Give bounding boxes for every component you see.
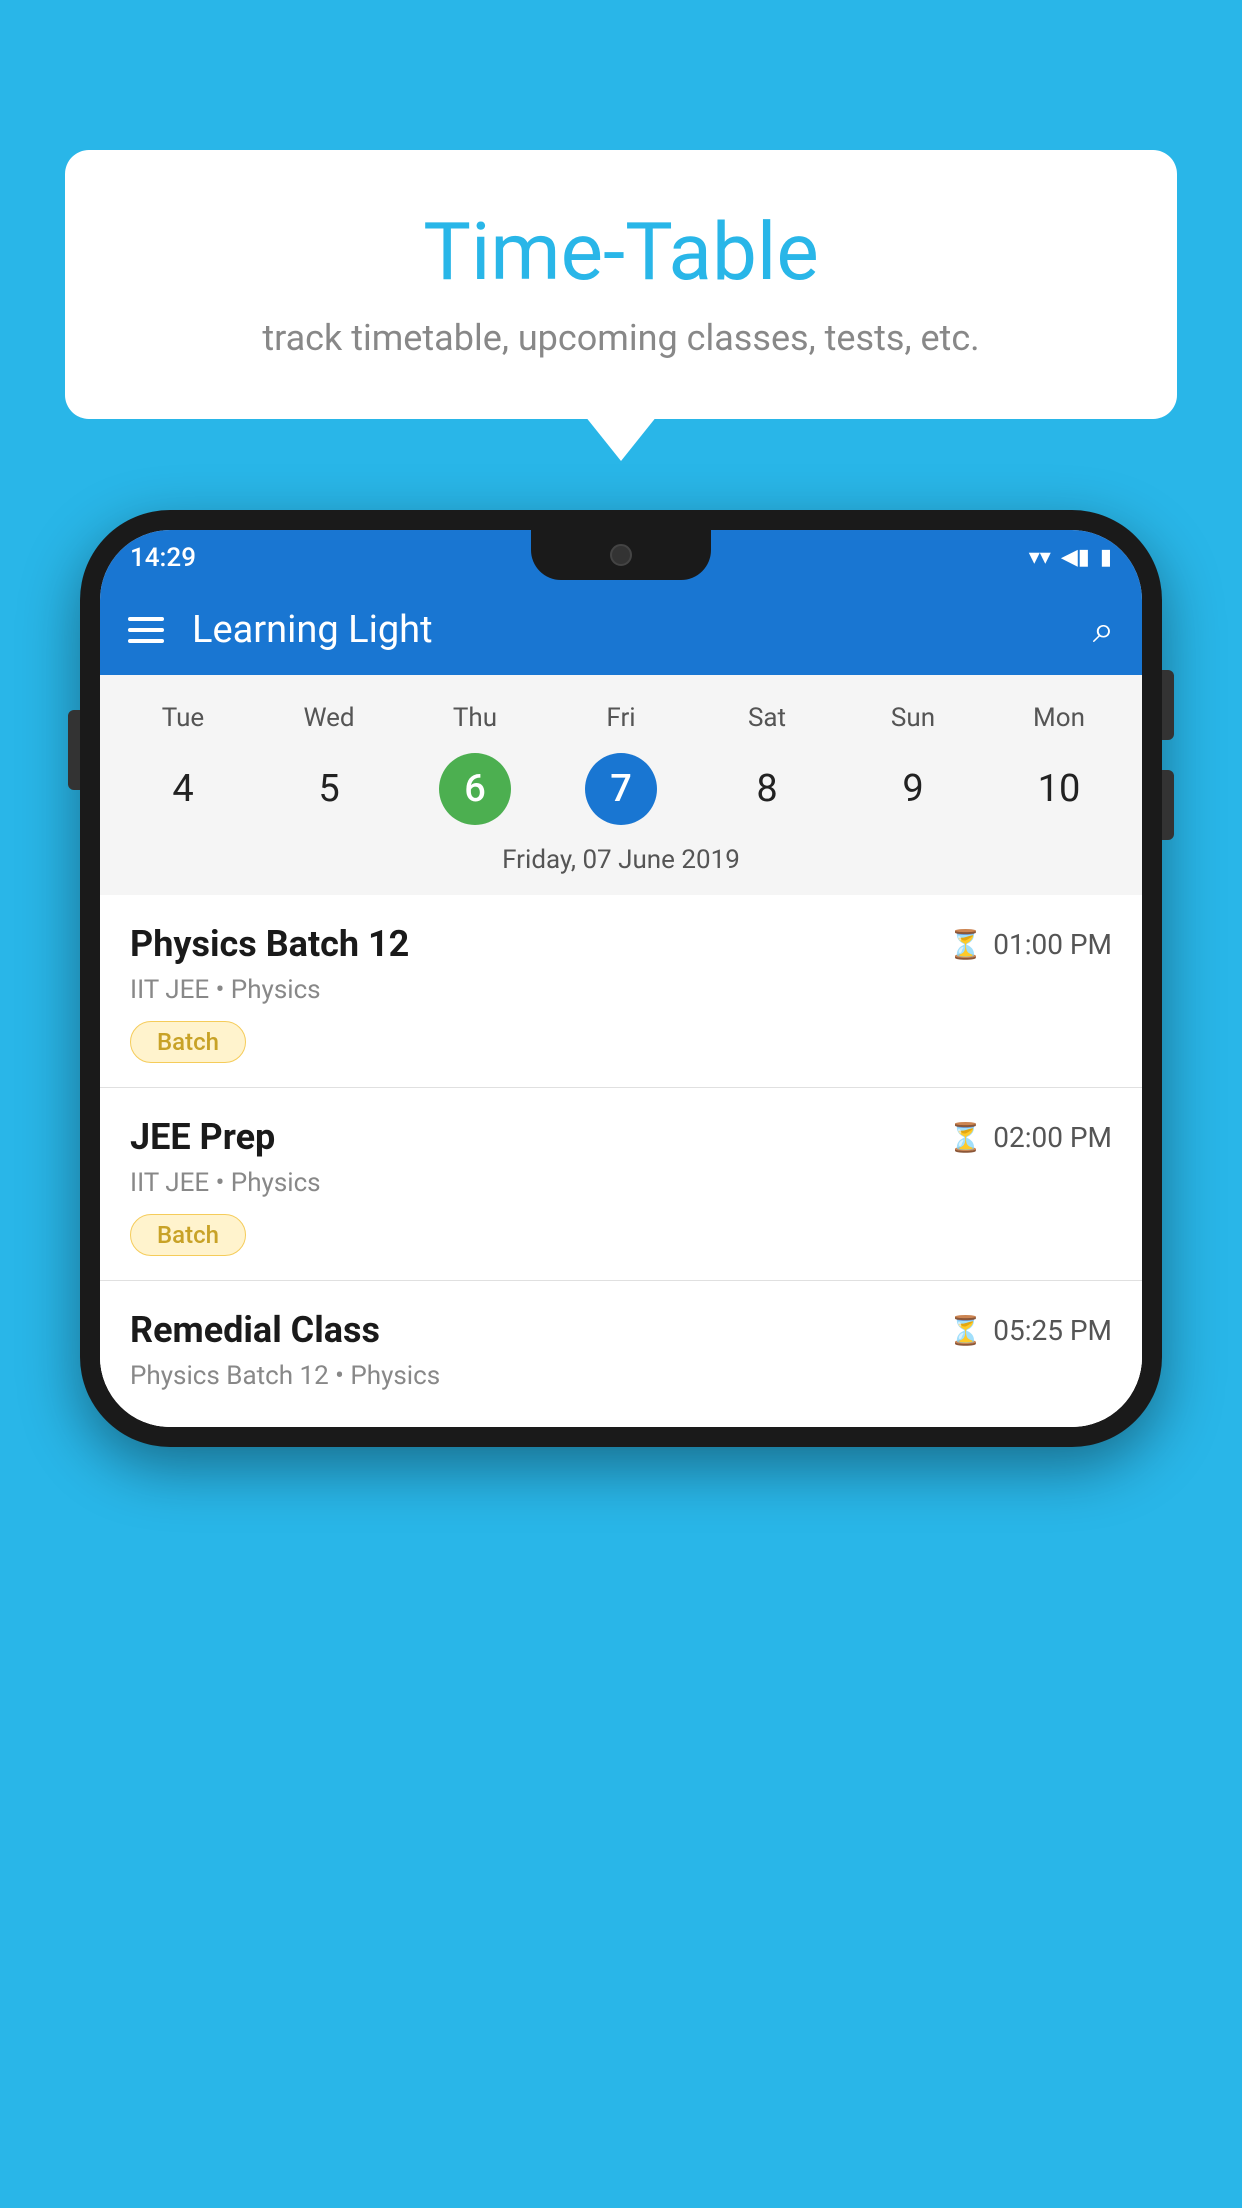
date-7[interactable]: 7 — [548, 749, 694, 829]
app-bar: Learning Light ⌕ — [100, 585, 1142, 675]
item-1-subtitle: IIT JEE • Physics — [130, 975, 1112, 1005]
status-icons: ▾▾ ◀▮ ▮ — [1029, 545, 1112, 570]
clock-icon-2: ⏳ — [948, 1121, 983, 1154]
date-10[interactable]: 10 — [986, 749, 1132, 829]
day-sat[interactable]: Sat — [694, 695, 840, 741]
schedule-item-1[interactable]: Physics Batch 12 ⏳ 01:00 PM IIT JEE • Ph… — [100, 895, 1142, 1088]
clock-icon-1: ⏳ — [948, 928, 983, 961]
item-1-time: ⏳ 01:00 PM — [948, 928, 1112, 961]
front-camera — [610, 544, 632, 566]
item-2-header: JEE Prep ⏳ 02:00 PM — [130, 1116, 1112, 1158]
date-8[interactable]: 8 — [694, 749, 840, 829]
item-2-title: JEE Prep — [130, 1116, 275, 1158]
schedule-item-2[interactable]: JEE Prep ⏳ 02:00 PM IIT JEE • Physics Ba… — [100, 1088, 1142, 1281]
day-thu[interactable]: Thu — [402, 695, 548, 741]
volume-down-button — [1162, 770, 1174, 840]
signal-icon: ◀▮ — [1061, 545, 1090, 570]
item-3-header: Remedial Class ⏳ 05:25 PM — [130, 1309, 1112, 1351]
item-3-time: ⏳ 05:25 PM — [948, 1314, 1112, 1347]
item-2-time: ⏳ 02:00 PM — [948, 1121, 1112, 1154]
item-3-subtitle: Physics Batch 12 • Physics — [130, 1361, 1112, 1391]
hamburger-line-1 — [128, 617, 164, 621]
days-row: Tue Wed Thu Fri Sat Sun Mon — [100, 695, 1142, 741]
date-6[interactable]: 6 — [402, 749, 548, 829]
item-3-title: Remedial Class — [130, 1309, 380, 1351]
phone-screen: 14:29 ▾▾ ◀▮ ▮ Learning Light ⌕ — [100, 530, 1142, 1427]
volume-button — [68, 710, 80, 790]
day-mon[interactable]: Mon — [986, 695, 1132, 741]
date-9[interactable]: 9 — [840, 749, 986, 829]
day-tue[interactable]: Tue — [110, 695, 256, 741]
item-1-title: Physics Batch 12 — [130, 923, 409, 965]
dates-row: 4 5 6 7 8 9 10 — [100, 749, 1142, 829]
battery-icon: ▮ — [1100, 545, 1112, 570]
hamburger-menu-button[interactable] — [128, 617, 164, 643]
item-1-time-value: 01:00 PM — [993, 928, 1112, 961]
search-icon[interactable]: ⌕ — [1093, 608, 1114, 652]
speech-bubble: Time-Table track timetable, upcoming cla… — [65, 150, 1177, 419]
day-wed[interactable]: Wed — [256, 695, 402, 741]
phone-notch — [531, 530, 711, 580]
phone-mockup: 14:29 ▾▾ ◀▮ ▮ Learning Light ⌕ — [80, 510, 1162, 1447]
bubble-title: Time-Table — [125, 205, 1117, 299]
calendar-strip: Tue Wed Thu Fri Sat Sun Mon 4 5 6 7 8 9 … — [100, 675, 1142, 895]
phone-frame: 14:29 ▾▾ ◀▮ ▮ Learning Light ⌕ — [80, 510, 1162, 1447]
day-fri[interactable]: Fri — [548, 695, 694, 741]
hamburger-line-2 — [128, 628, 164, 632]
day-sun[interactable]: Sun — [840, 695, 986, 741]
date-4[interactable]: 4 — [110, 749, 256, 829]
item-2-time-value: 02:00 PM — [993, 1121, 1112, 1154]
app-title: Learning Light — [192, 608, 1065, 652]
item-2-badge: Batch — [130, 1214, 246, 1256]
wifi-icon: ▾▾ — [1029, 545, 1051, 570]
schedule-list: Physics Batch 12 ⏳ 01:00 PM IIT JEE • Ph… — [100, 895, 1142, 1427]
bubble-subtitle: track timetable, upcoming classes, tests… — [125, 317, 1117, 359]
date-5[interactable]: 5 — [256, 749, 402, 829]
power-button — [1162, 670, 1174, 740]
selected-date-label: Friday, 07 June 2019 — [100, 829, 1142, 895]
status-time: 14:29 — [130, 543, 196, 573]
clock-icon-3: ⏳ — [948, 1314, 983, 1347]
item-1-badge: Batch — [130, 1021, 246, 1063]
item-3-time-value: 05:25 PM — [993, 1314, 1112, 1347]
hamburger-line-3 — [128, 639, 164, 643]
schedule-item-3[interactable]: Remedial Class ⏳ 05:25 PM Physics Batch … — [100, 1281, 1142, 1427]
item-2-subtitle: IIT JEE • Physics — [130, 1168, 1112, 1198]
item-1-header: Physics Batch 12 ⏳ 01:00 PM — [130, 923, 1112, 965]
speech-bubble-container: Time-Table track timetable, upcoming cla… — [65, 150, 1177, 419]
